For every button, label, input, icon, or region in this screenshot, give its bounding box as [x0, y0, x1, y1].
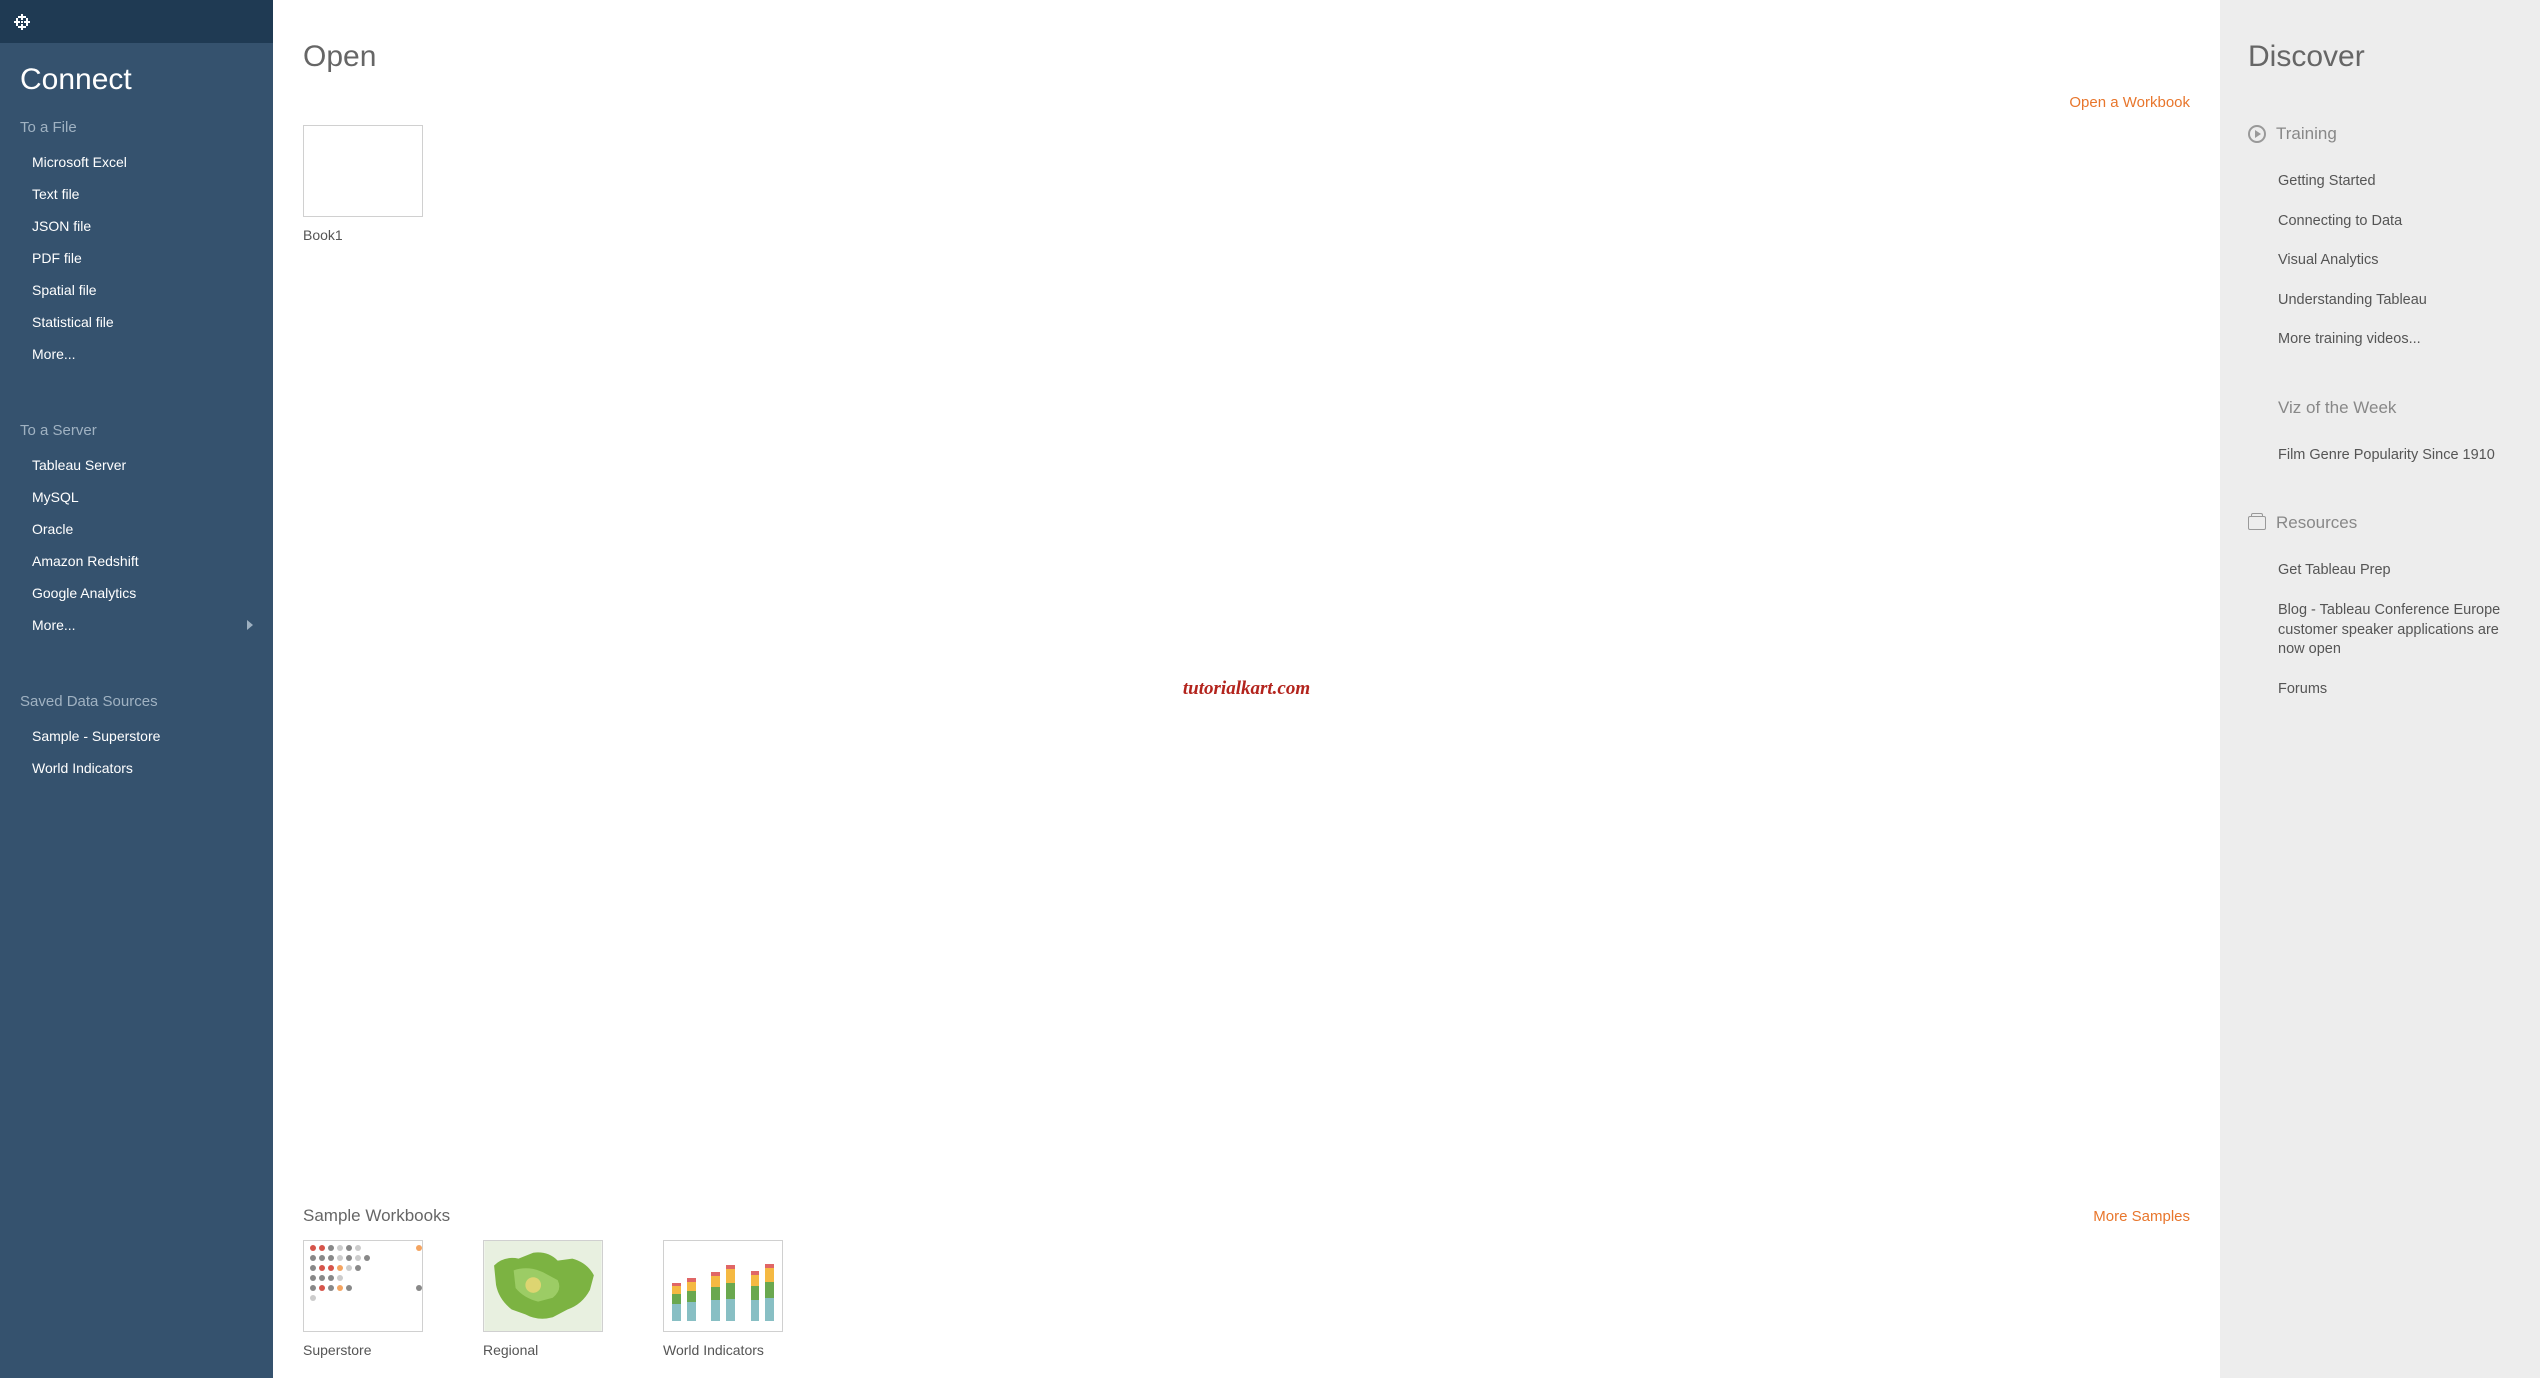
- server-mysql[interactable]: MySQL: [20, 481, 273, 513]
- file-statistical[interactable]: Statistical file: [20, 306, 273, 338]
- newspaper-icon: [2248, 516, 2266, 530]
- play-circle-icon: [2248, 125, 2266, 143]
- sample-regional[interactable]: Regional: [483, 1240, 603, 1358]
- sample-workbooks-grid: Superstore Regional: [303, 1240, 2190, 1358]
- server-redshift[interactable]: Amazon Redshift: [20, 545, 273, 577]
- training-connecting[interactable]: Connecting to Data: [2248, 202, 2512, 242]
- workbook-thumb-blank: [303, 125, 423, 217]
- tableau-logo-icon: [12, 12, 32, 32]
- discover-panel: Discover Training Getting Started Connec…: [2220, 0, 2540, 1378]
- file-json[interactable]: JSON file: [20, 210, 273, 242]
- resource-forums[interactable]: Forums: [2248, 670, 2512, 710]
- saved-world-indicators[interactable]: World Indicators: [20, 752, 273, 784]
- chevron-right-icon: [247, 620, 253, 630]
- server-tableau[interactable]: Tableau Server: [20, 449, 273, 481]
- connect-title: Connect: [20, 63, 273, 97]
- section-header-file: To a File: [20, 119, 273, 136]
- logo-area[interactable]: [0, 0, 273, 43]
- regional-thumb: [483, 1240, 603, 1332]
- viz-header: Viz of the Week: [2248, 398, 2512, 418]
- world-indicators-thumb: [663, 1240, 783, 1332]
- file-spatial[interactable]: Spatial file: [20, 274, 273, 306]
- saved-superstore[interactable]: Sample - Superstore: [20, 720, 273, 752]
- training-more-videos[interactable]: More training videos...: [2248, 320, 2512, 360]
- discover-title: Discover: [2248, 40, 2512, 74]
- sample-label: Regional: [483, 1342, 603, 1358]
- sample-label: Superstore: [303, 1342, 423, 1358]
- viz-film-genre[interactable]: Film Genre Popularity Since 1910: [2248, 436, 2512, 476]
- workbook-book1[interactable]: Book1: [303, 125, 423, 243]
- sample-workbooks-title: Sample Workbooks: [303, 1206, 450, 1226]
- file-text[interactable]: Text file: [20, 178, 273, 210]
- workbook-label: Book1: [303, 227, 423, 243]
- server-more[interactable]: More...: [20, 609, 273, 641]
- server-ga[interactable]: Google Analytics: [20, 577, 273, 609]
- training-header: Training: [2248, 124, 2512, 144]
- section-header-server: To a Server: [20, 422, 273, 439]
- training-understanding[interactable]: Understanding Tableau: [2248, 281, 2512, 321]
- open-title: Open: [303, 40, 376, 74]
- section-header-saved: Saved Data Sources: [20, 693, 273, 710]
- watermark-text: tutorialkart.com: [1183, 678, 1310, 700]
- recent-workbooks: Book1: [303, 125, 2190, 243]
- file-excel[interactable]: Microsoft Excel: [20, 146, 273, 178]
- connect-sidebar: Connect To a File Microsoft Excel Text f…: [0, 0, 273, 1378]
- file-more[interactable]: More...: [20, 338, 273, 370]
- main-panel: Open Open a Workbook Book1 tutorialkart.…: [273, 0, 2220, 1378]
- training-getting-started[interactable]: Getting Started: [2248, 162, 2512, 202]
- more-samples-link[interactable]: More Samples: [2093, 1208, 2190, 1225]
- open-workbook-link[interactable]: Open a Workbook: [2069, 94, 2190, 111]
- file-pdf[interactable]: PDF file: [20, 242, 273, 274]
- resource-prep[interactable]: Get Tableau Prep: [2248, 551, 2512, 591]
- sample-superstore[interactable]: Superstore: [303, 1240, 423, 1358]
- resources-header: Resources: [2248, 513, 2512, 533]
- resource-blog[interactable]: Blog - Tableau Conference Europe custome…: [2248, 591, 2512, 670]
- sample-label: World Indicators: [663, 1342, 783, 1358]
- sample-world-indicators[interactable]: World Indicators: [663, 1240, 783, 1358]
- superstore-thumb: [303, 1240, 423, 1332]
- training-visual-analytics[interactable]: Visual Analytics: [2248, 241, 2512, 281]
- server-oracle[interactable]: Oracle: [20, 513, 273, 545]
